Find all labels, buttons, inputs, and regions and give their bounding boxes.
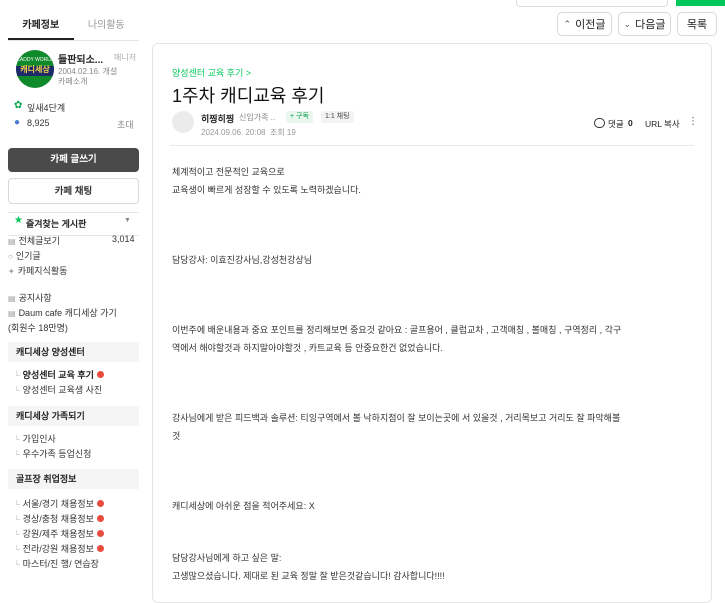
new-badge-icon: [96, 545, 104, 553]
notice-icon: ▤: [8, 294, 16, 303]
menu-jobs-master[interactable]: └ 마스터/진 행/ 연습장: [14, 557, 99, 570]
menu-all-posts[interactable]: ▤ 전체글보기: [8, 234, 60, 247]
sidebar-tabs: 카페정보 나의활동: [8, 12, 139, 41]
menu-jobs-jeolla[interactable]: └ 전라/강원 채용정보: [14, 542, 104, 555]
board-icon: ▤: [8, 237, 16, 246]
prev-post-label: 이전글: [575, 19, 606, 31]
body-line: 이번주에 배운내용과 중요 포인트를 정리해보면 중요것 같아요 : 골프용어 …: [172, 325, 622, 335]
next-post-button[interactable]: ⌄ 다음글: [618, 12, 671, 36]
one-to-one-chat-button[interactable]: 1:1 채팅: [321, 111, 354, 123]
board-breadcrumb[interactable]: 양성센터 교육 후기 >: [172, 66, 251, 79]
link-icon: ▤: [8, 309, 16, 318]
popular-icon: ○: [8, 252, 13, 261]
prev-post-button[interactable]: ⌃ 이전글: [557, 12, 612, 36]
body-line: 체계적이고 전문적인 교육으로: [172, 167, 285, 177]
tab-my-activity[interactable]: 나의활동: [74, 12, 140, 40]
list-label: 목록: [686, 19, 708, 31]
cafe-logo-text: 캐디세상: [20, 65, 50, 74]
new-badge-icon: [96, 371, 104, 379]
follow-button[interactable]: + 구독: [286, 111, 313, 123]
menu-greetings[interactable]: └ 가입인사: [14, 432, 56, 445]
next-post-label: 다음글: [635, 19, 666, 31]
body-line: 담당강사님에게 하고 싶은 말:: [172, 553, 282, 563]
avatar[interactable]: [172, 111, 194, 133]
menu-training-review[interactable]: └ 양성센터 교육 후기: [14, 368, 104, 381]
menu-jobs-gangwon[interactable]: └ 강원/제주 채용정보: [14, 527, 104, 540]
favorites-label: 즐겨찾는 게시판: [26, 219, 87, 229]
section-training-center: 캐디세상 양성센터: [8, 342, 139, 362]
manager-badge: 매니저: [114, 53, 137, 62]
new-badge-icon: [96, 515, 104, 523]
chevron-down-icon: ⌄: [623, 18, 632, 29]
cafe-level[interactable]: 잎새4단계: [27, 101, 65, 114]
star-icon: ★: [14, 215, 23, 226]
comment-icon[interactable]: [594, 118, 605, 128]
url-copy-button[interactable]: URL 복사: [645, 118, 680, 130]
new-badge-icon: [96, 500, 104, 508]
search-button[interactable]: [676, 0, 725, 6]
sidebar: 카페정보 나의활동 CADDY WORLD 캐디세상 들판되소... 매니저 2…: [8, 12, 139, 587]
body-line: 역에서 해야할것과 하지말아야할것 , 카트교육 등 안중요한건 없었습니다.: [172, 343, 443, 353]
body-line: 담당강사: 이효진강사님,강성천강상님: [172, 255, 312, 265]
menu-jobs-seoul[interactable]: └ 서울/경기 채용정보: [14, 497, 104, 510]
cafe-manager-name[interactable]: 들판되소...: [58, 51, 103, 66]
section-join-family: 캐디세상 가족되기: [8, 406, 139, 426]
menu-knowledge[interactable]: ✦ 카페지식활동: [8, 264, 67, 277]
cafe-write-button[interactable]: 카페 글쓰기: [8, 148, 139, 172]
members-icon: ●: [14, 117, 21, 128]
more-options-icon[interactable]: ⋮: [688, 116, 698, 127]
cafe-logo-caption: CADDY WORLD: [16, 57, 54, 63]
menu-popular[interactable]: ○ 인기글: [8, 249, 41, 262]
divider: [170, 145, 694, 146]
cafe-chat-button[interactable]: 카페 채팅: [8, 178, 139, 204]
menu-training-photos[interactable]: └ 양성센터 교육생 사진: [14, 383, 102, 396]
post-title: 1주차 캐디교육 후기: [172, 86, 325, 106]
comment-count[interactable]: 0: [628, 118, 633, 128]
cafe-logo[interactable]: CADDY WORLD 캐디세상: [16, 50, 54, 88]
menu-upgrade-request[interactable]: └ 우수가족 등업신청: [14, 447, 91, 460]
body-line: 것: [172, 431, 181, 441]
body-line: 교육생이 빠르게 성장할 수 있도록 노력하겠습니다.: [172, 185, 361, 195]
body-line: 캐디세상에 아쉬운 점을 적어주세요: X: [172, 501, 315, 511]
tab-cafe-info[interactable]: 카페정보: [8, 12, 74, 40]
member-count[interactable]: 8,925: [27, 118, 50, 128]
search-input[interactable]: [516, 0, 668, 7]
body-line: 강사님에게 받은 피드백과 솔루션: 티잉구역에서 볼 낙하지점이 잘 보이는곳…: [172, 413, 621, 423]
comment-label[interactable]: 댓글: [608, 118, 624, 130]
list-button[interactable]: 목록: [677, 12, 717, 36]
invite-link[interactable]: 초대: [117, 118, 134, 131]
author-grade: 신입가족 ..: [239, 113, 276, 122]
caret-down-icon[interactable]: ▼: [124, 217, 131, 224]
cafe-intro-link[interactable]: 카페소개: [58, 76, 87, 87]
knowledge-icon: ✦: [8, 267, 15, 276]
all-posts-count: 3,014: [112, 234, 135, 244]
new-badge-icon: [96, 530, 104, 538]
menu-jobs-gyeongsang[interactable]: └ 경상/충청 채용정보: [14, 512, 104, 525]
leaf-level-icon: ✿: [14, 100, 23, 111]
author-name[interactable]: 히찡히찡: [201, 112, 234, 125]
section-jobs: 골프장 취업정보: [8, 469, 139, 489]
menu-daum-members[interactable]: (회원수 18만명): [8, 321, 68, 334]
chevron-up-icon: ⌃: [563, 18, 572, 29]
menu-daum-link[interactable]: ▤ Daum cafe 캐디세상 가기: [8, 306, 117, 319]
body-line: 고생많으셨습니다. 제대로 된 교육 정말 잘 받은것같습니다! 감사합니다!!…: [172, 571, 445, 581]
menu-notice[interactable]: ▤ 공지사항: [8, 291, 52, 304]
post-meta: 2024.09.06. 20:08 조회 19: [201, 128, 296, 137]
